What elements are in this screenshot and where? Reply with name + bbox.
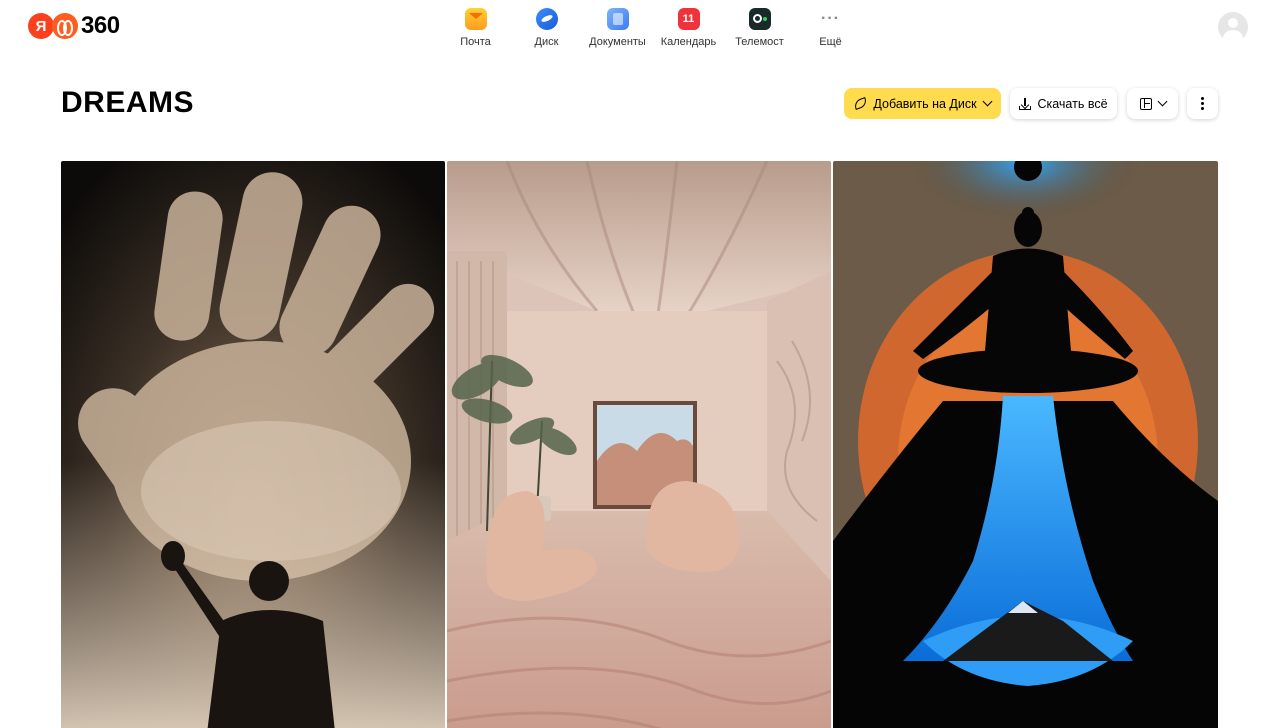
pink-room-photo[interactable] — [447, 161, 831, 728]
hand-silhouette-image — [61, 161, 445, 728]
service-docs[interactable]: Документы — [582, 8, 653, 48]
meditation-silhouette-photo[interactable] — [833, 161, 1218, 728]
chevron-down-icon — [982, 96, 993, 107]
more-actions-button[interactable] — [1187, 88, 1218, 119]
pink-room-image — [447, 161, 831, 728]
logo-360-mark — [52, 13, 78, 39]
hand-silhouette-photo[interactable] — [61, 161, 445, 728]
service-label: Ещё — [819, 36, 842, 48]
service-disk[interactable]: Диск — [511, 8, 582, 48]
service-calendar[interactable]: 11 Календарь — [653, 8, 724, 48]
telemost-icon — [748, 8, 771, 30]
calendar-icon: 11 — [677, 8, 700, 30]
download-all-label: Скачать всё — [1037, 96, 1108, 111]
more-icon: ··· — [821, 10, 840, 27]
service-mail[interactable]: Почта — [440, 8, 511, 48]
service-label: Календарь — [660, 36, 717, 48]
add-to-disk-label: Добавить на Диск — [873, 96, 977, 111]
service-more[interactable]: ··· Ещё — [795, 8, 866, 49]
service-label: Почта — [460, 36, 491, 48]
yandex-360-logo[interactable]: Я 360 — [28, 13, 120, 39]
add-to-disk-button[interactable]: Добавить на Диск — [844, 88, 1001, 119]
disk-icon — [535, 8, 558, 30]
docs-icon — [606, 8, 629, 30]
disk-save-icon — [853, 97, 869, 110]
logo-ya-mark: Я — [28, 13, 54, 39]
logo-text: 360 — [81, 12, 120, 39]
user-avatar-icon[interactable] — [1218, 12, 1248, 42]
page-title: DREAMS — [61, 86, 195, 119]
service-telemost[interactable]: Телемост — [724, 8, 795, 48]
chevron-down-icon — [1157, 96, 1167, 107]
download-all-button[interactable]: Скачать всё — [1010, 88, 1117, 119]
layout-icon — [1139, 97, 1152, 110]
service-label: Телемост — [735, 36, 784, 48]
download-icon — [1019, 97, 1032, 110]
photo-gallery — [61, 161, 1218, 728]
services-nav: Почта Диск Документы 11 Календарь Телемо… — [440, 8, 866, 48]
view-mode-button[interactable] — [1127, 88, 1178, 119]
service-label: Диск — [534, 36, 559, 48]
more-vertical-icon — [1201, 97, 1204, 110]
meditation-silhouette-image — [833, 161, 1218, 728]
mail-icon — [464, 8, 487, 30]
top-bar: Я 360 Почта Диск Документы 11 Календарь … — [0, 0, 1280, 60]
service-label: Документы — [589, 36, 646, 48]
